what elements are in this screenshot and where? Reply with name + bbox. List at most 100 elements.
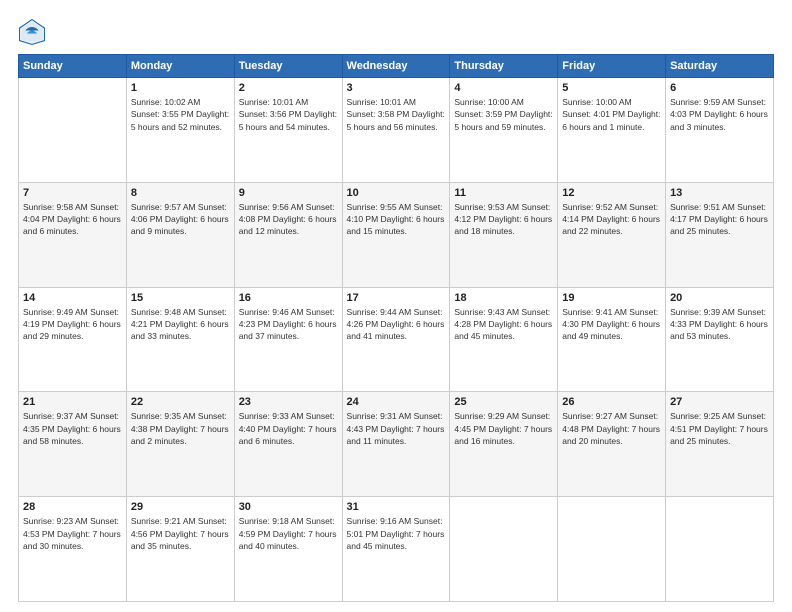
day-number: 4 [454, 82, 553, 94]
day-number: 9 [239, 187, 338, 199]
day-cell-29: 29Sunrise: 9:21 AM Sunset: 4:56 PM Dayli… [126, 497, 234, 602]
day-number: 20 [670, 292, 769, 304]
day-info: Sunrise: 9:58 AM Sunset: 4:04 PM Dayligh… [23, 201, 122, 238]
day-number: 11 [454, 187, 553, 199]
day-number: 30 [239, 501, 338, 513]
day-number: 28 [23, 501, 122, 513]
day-info: Sunrise: 9:55 AM Sunset: 4:10 PM Dayligh… [347, 201, 446, 238]
day-number: 16 [239, 292, 338, 304]
week-row-1: 1 Sunrise: 10:02 AM Sunset: 3:55 PM Dayli… [19, 78, 774, 183]
day-cell-3: 3 Sunrise: 10:01 AM Sunset: 3:58 PM Dayli… [342, 78, 450, 183]
day-info: Sunrise: 10:02 AM Sunset: 3:55 PM Daylig… [131, 96, 230, 133]
empty-cell [666, 497, 774, 602]
weekday-wednesday: Wednesday [342, 55, 450, 78]
day-info: Sunrise: 9:18 AM Sunset: 4:59 PM Dayligh… [239, 515, 338, 552]
day-info: Sunrise: 9:23 AM Sunset: 4:53 PM Dayligh… [23, 515, 122, 552]
empty-cell [450, 497, 558, 602]
weekday-friday: Friday [558, 55, 666, 78]
day-info: Sunrise: 9:21 AM Sunset: 4:56 PM Dayligh… [131, 515, 230, 552]
day-cell-12: 12 Sunrise: 9:52 AM Sunset: 4:14 PM Dayli… [558, 182, 666, 287]
day-number: 21 [23, 396, 122, 408]
day-info: Sunrise: 9:49 AM Sunset: 4:19 PM Dayligh… [23, 306, 122, 343]
day-info: Sunrise: 9:56 AM Sunset: 4:08 PM Dayligh… [239, 201, 338, 238]
day-info: Sunrise: 10:01 AM Sunset: 3:56 PM Daylig… [239, 96, 338, 133]
day-number: 8 [131, 187, 230, 199]
weekday-saturday: Saturday [666, 55, 774, 78]
day-number: 12 [562, 187, 661, 199]
day-cell-11: 11 Sunrise: 9:53 AM Sunset: 4:12 PM Dayli… [450, 182, 558, 287]
day-cell-27: 27 Sunrise: 9:25 AM Sunset: 4:51 PM Dayli… [666, 392, 774, 497]
day-number: 31 [347, 501, 446, 513]
day-info: Sunrise: 9:27 AM Sunset: 4:48 PM Dayligh… [562, 410, 661, 447]
day-cell-6: 6Sunrise: 9:59 AM Sunset: 4:03 PM Daylig… [666, 78, 774, 183]
day-number: 10 [347, 187, 446, 199]
weekday-sunday: Sunday [19, 55, 127, 78]
day-cell-18: 18 Sunrise: 9:43 AM Sunset: 4:28 PM Dayli… [450, 287, 558, 392]
header [18, 18, 774, 46]
day-number: 6 [670, 82, 769, 94]
empty-cell [558, 497, 666, 602]
day-number: 14 [23, 292, 122, 304]
day-cell-7: 7 Sunrise: 9:58 AM Sunset: 4:04 PM Daylig… [19, 182, 127, 287]
day-number: 25 [454, 396, 553, 408]
day-info: Sunrise: 9:29 AM Sunset: 4:45 PM Dayligh… [454, 410, 553, 447]
day-info: Sunrise: 9:35 AM Sunset: 4:38 PM Dayligh… [131, 410, 230, 447]
day-cell-15: 15 Sunrise: 9:48 AM Sunset: 4:21 PM Dayli… [126, 287, 234, 392]
week-row-2: 7 Sunrise: 9:58 AM Sunset: 4:04 PM Daylig… [19, 182, 774, 287]
day-number: 18 [454, 292, 553, 304]
week-row-4: 21 Sunrise: 9:37 AM Sunset: 4:35 PM Dayli… [19, 392, 774, 497]
day-number: 3 [347, 82, 446, 94]
day-cell-10: 10 Sunrise: 9:55 AM Sunset: 4:10 PM Dayli… [342, 182, 450, 287]
day-cell-22: 22 Sunrise: 9:35 AM Sunset: 4:38 PM Dayli… [126, 392, 234, 497]
logo [18, 18, 50, 46]
day-cell-1: 1 Sunrise: 10:02 AM Sunset: 3:55 PM Dayli… [126, 78, 234, 183]
day-info: Sunrise: 9:43 AM Sunset: 4:28 PM Dayligh… [454, 306, 553, 343]
day-cell-2: 2 Sunrise: 10:01 AM Sunset: 3:56 PM Dayli… [234, 78, 342, 183]
day-cell-13: 13Sunrise: 9:51 AM Sunset: 4:17 PM Dayli… [666, 182, 774, 287]
day-number: 2 [239, 82, 338, 94]
day-number: 15 [131, 292, 230, 304]
day-info: Sunrise: 9:39 AM Sunset: 4:33 PM Dayligh… [670, 306, 769, 343]
day-info: Sunrise: 9:52 AM Sunset: 4:14 PM Dayligh… [562, 201, 661, 238]
day-number: 17 [347, 292, 446, 304]
day-cell-20: 20 Sunrise: 9:39 AM Sunset: 4:33 PM Dayli… [666, 287, 774, 392]
day-number: 26 [562, 396, 661, 408]
day-info: Sunrise: 9:25 AM Sunset: 4:51 PM Dayligh… [670, 410, 769, 447]
day-number: 5 [562, 82, 661, 94]
day-info: Sunrise: 10:00 AM Sunset: 3:59 PM Daylig… [454, 96, 553, 133]
day-info: Sunrise: 9:57 AM Sunset: 4:06 PM Dayligh… [131, 201, 230, 238]
day-info: Sunrise: 9:37 AM Sunset: 4:35 PM Dayligh… [23, 410, 122, 447]
day-info: Sunrise: 10:01 AM Sunset: 3:58 PM Daylig… [347, 96, 446, 133]
day-info: Sunrise: 9:41 AM Sunset: 4:30 PM Dayligh… [562, 306, 661, 343]
weekday-header-row: SundayMondayTuesdayWednesdayThursdayFrid… [19, 55, 774, 78]
calendar-table: SundayMondayTuesdayWednesdayThursdayFrid… [18, 54, 774, 602]
page: SundayMondayTuesdayWednesdayThursdayFrid… [0, 0, 792, 612]
day-cell-14: 14 Sunrise: 9:49 AM Sunset: 4:19 PM Dayli… [19, 287, 127, 392]
day-cell-23: 23Sunrise: 9:33 AM Sunset: 4:40 PM Dayli… [234, 392, 342, 497]
day-cell-5: 5Sunrise: 10:00 AM Sunset: 4:01 PM Dayli… [558, 78, 666, 183]
day-number: 1 [131, 82, 230, 94]
day-info: Sunrise: 9:53 AM Sunset: 4:12 PM Dayligh… [454, 201, 553, 238]
day-info: Sunrise: 9:46 AM Sunset: 4:23 PM Dayligh… [239, 306, 338, 343]
day-info: Sunrise: 9:48 AM Sunset: 4:21 PM Dayligh… [131, 306, 230, 343]
day-number: 22 [131, 396, 230, 408]
day-info: Sunrise: 9:44 AM Sunset: 4:26 PM Dayligh… [347, 306, 446, 343]
day-number: 27 [670, 396, 769, 408]
day-number: 7 [23, 187, 122, 199]
day-cell-17: 17 Sunrise: 9:44 AM Sunset: 4:26 PM Dayli… [342, 287, 450, 392]
day-cell-31: 31Sunrise: 9:16 AM Sunset: 5:01 PM Dayli… [342, 497, 450, 602]
day-cell-24: 24Sunrise: 9:31 AM Sunset: 4:43 PM Dayli… [342, 392, 450, 497]
weekday-thursday: Thursday [450, 55, 558, 78]
day-info: Sunrise: 9:51 AM Sunset: 4:17 PM Dayligh… [670, 201, 769, 238]
weekday-tuesday: Tuesday [234, 55, 342, 78]
day-info: Sunrise: 9:31 AM Sunset: 4:43 PM Dayligh… [347, 410, 446, 447]
empty-cell [19, 78, 127, 183]
day-cell-16: 16 Sunrise: 9:46 AM Sunset: 4:23 PM Dayli… [234, 287, 342, 392]
day-cell-30: 30 Sunrise: 9:18 AM Sunset: 4:59 PM Dayli… [234, 497, 342, 602]
day-cell-8: 8 Sunrise: 9:57 AM Sunset: 4:06 PM Daylig… [126, 182, 234, 287]
day-cell-28: 28 Sunrise: 9:23 AM Sunset: 4:53 PM Dayli… [19, 497, 127, 602]
week-row-5: 28 Sunrise: 9:23 AM Sunset: 4:53 PM Dayli… [19, 497, 774, 602]
day-cell-21: 21 Sunrise: 9:37 AM Sunset: 4:35 PM Dayli… [19, 392, 127, 497]
day-cell-4: 4 Sunrise: 10:00 AM Sunset: 3:59 PM Dayli… [450, 78, 558, 183]
day-number: 23 [239, 396, 338, 408]
